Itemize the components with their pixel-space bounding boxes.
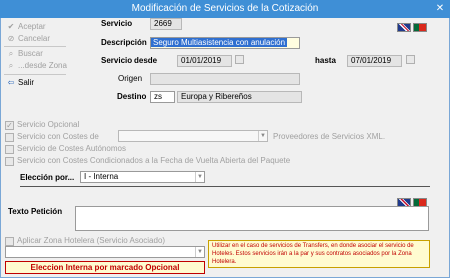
peticion-textarea[interactable] bbox=[75, 206, 429, 231]
costes-autonomos-checkbox[interactable] bbox=[5, 145, 14, 154]
servicio-field[interactable]: 2669 bbox=[150, 18, 182, 30]
accept-label: Aceptar bbox=[18, 22, 46, 31]
search-button[interactable]: ⌕ Buscar bbox=[6, 48, 43, 60]
servicio-opcional-label: Servicio Opcional bbox=[17, 120, 80, 129]
descripcion-label: Descripción bbox=[101, 38, 147, 47]
flag-pt-icon[interactable] bbox=[413, 23, 427, 32]
eleccion-select[interactable]: I - Interna ▼ bbox=[80, 171, 205, 183]
servicio-label: Servicio bbox=[101, 19, 133, 28]
close-icon[interactable]: ✕ bbox=[433, 3, 447, 15]
sidebar-divider bbox=[4, 46, 66, 47]
destino-label: Destino bbox=[117, 92, 147, 101]
descripcion-field[interactable]: Seguro Multiasistencia con anulación bbox=[150, 37, 300, 49]
hasta-label: hasta bbox=[315, 56, 336, 65]
eleccion-label: Elección por... bbox=[20, 173, 75, 182]
origen-label: Origen bbox=[118, 74, 143, 83]
destino-code-field[interactable]: zs bbox=[150, 91, 175, 103]
proveedores-label: Proveedores de Servicios XML. bbox=[273, 132, 386, 141]
zona-note: Utilizar en el caso de servicios de Tran… bbox=[208, 240, 430, 268]
check-icon: ✔ bbox=[7, 21, 15, 31]
chevron-down-icon: ▼ bbox=[258, 131, 267, 141]
hasta-checkbox[interactable] bbox=[406, 55, 415, 64]
accept-button[interactable]: ✔ Aceptar bbox=[6, 21, 46, 33]
cancel-label: Cancelar bbox=[18, 34, 51, 43]
sidebar-divider bbox=[4, 74, 66, 75]
cancel-icon: ⊘ bbox=[7, 33, 15, 43]
zone-icon: ⌕ bbox=[8, 60, 14, 70]
search-label: Buscar bbox=[18, 49, 43, 58]
hasta-field[interactable]: 07/01/2019 bbox=[347, 55, 402, 67]
desde-label: desde bbox=[134, 56, 158, 65]
chevron-down-icon: ▼ bbox=[195, 247, 204, 257]
exit-icon: ⇦ bbox=[7, 77, 15, 87]
zona-select[interactable]: ▼ bbox=[5, 246, 205, 258]
status-message: Eleccion Interna por marcado Opcional bbox=[5, 261, 205, 274]
servicio-costes-checkbox[interactable] bbox=[5, 133, 14, 142]
desde-checkbox[interactable] bbox=[235, 55, 244, 64]
search-zone-label: ...desde Zona bbox=[18, 61, 67, 70]
exit-label: Salir bbox=[18, 78, 35, 87]
check-icon: ✓ bbox=[6, 121, 13, 130]
chevron-down-icon: ▼ bbox=[195, 172, 204, 182]
desde-field[interactable]: 01/01/2019 bbox=[177, 55, 232, 67]
search-zone-button[interactable]: ⌕ ...desde Zona bbox=[6, 60, 67, 72]
costes-condicionados-label: Servicio con Costes Condicionados a la F… bbox=[17, 156, 291, 165]
costes-select[interactable]: ▼ bbox=[118, 130, 268, 142]
costes-condicionados-checkbox[interactable] bbox=[5, 157, 14, 166]
descripcion-text: Seguro Multiasistencia con anulación bbox=[151, 38, 288, 47]
servicio-costes-label: Servicio con Costes de bbox=[17, 132, 99, 141]
peticion-label: Texto Petición bbox=[8, 207, 63, 216]
section-divider bbox=[20, 186, 430, 187]
exit-button[interactable]: ⇦ Salir bbox=[6, 77, 34, 89]
servicio-opcional-checkbox[interactable]: ✓ bbox=[5, 121, 14, 130]
destino-name-field[interactable]: Europa y Ribereños bbox=[177, 91, 302, 103]
zona-hotelera-checkbox[interactable] bbox=[5, 237, 14, 246]
window-title: Modificación de Servicios de la Cotizaci… bbox=[131, 3, 319, 14]
search-icon: ⌕ bbox=[8, 48, 14, 58]
flag-uk-icon[interactable] bbox=[397, 23, 411, 32]
servicio-desde-label: Servicio bbox=[101, 56, 133, 65]
costes-autonomos-label: Servicio de Costes Autónomos bbox=[17, 144, 126, 153]
eleccion-value: I - Interna bbox=[84, 172, 119, 181]
cancel-button[interactable]: ⊘ Cancelar bbox=[6, 33, 50, 45]
title-bar: Modificación de Servicios de la Cotizaci… bbox=[0, 0, 450, 18]
origen-field[interactable] bbox=[150, 73, 300, 85]
